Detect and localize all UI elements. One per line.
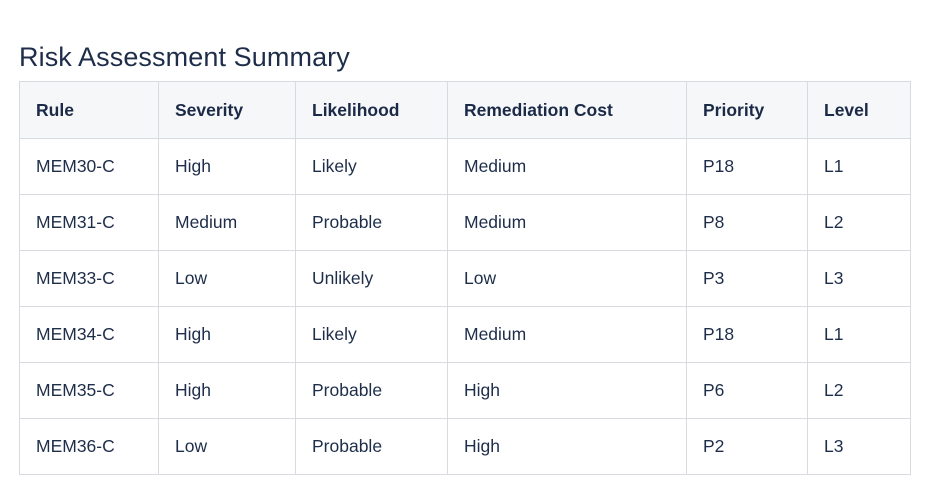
cell-rule: MEM34-C <box>19 306 159 363</box>
cell-level: L2 <box>807 362 911 419</box>
cell-rule: MEM30-C <box>19 138 159 195</box>
table-row: MEM36-C Low Probable High P2 L3 <box>19 418 911 475</box>
cell-rule: MEM36-C <box>19 418 159 475</box>
table-header-row: Rule Severity Likelihood Remediation Cos… <box>19 81 911 139</box>
cell-level: L1 <box>807 306 911 363</box>
risk-table-container: Rule Severity Likelihood Remediation Cos… <box>19 81 911 475</box>
cell-priority: P18 <box>686 138 808 195</box>
cell-severity: Low <box>158 418 296 475</box>
table-body: MEM30-C High Likely Medium P18 L1 MEM31-… <box>19 138 911 475</box>
cell-likelihood: Likely <box>295 306 448 363</box>
cell-rule: MEM33-C <box>19 250 159 307</box>
cell-priority: P2 <box>686 418 808 475</box>
cell-rule: MEM31-C <box>19 194 159 251</box>
cell-severity: High <box>158 138 296 195</box>
page-title: Risk Assessment Summary <box>19 42 350 73</box>
cell-remediation-cost: Medium <box>447 194 687 251</box>
cell-remediation-cost: High <box>447 418 687 475</box>
cell-level: L2 <box>807 194 911 251</box>
cell-rule: MEM35-C <box>19 362 159 419</box>
cell-likelihood: Likely <box>295 138 448 195</box>
column-header-priority: Priority <box>686 81 808 139</box>
cell-level: L1 <box>807 138 911 195</box>
cell-severity: Medium <box>158 194 296 251</box>
cell-remediation-cost: Low <box>447 250 687 307</box>
column-header-severity: Severity <box>158 81 296 139</box>
cell-remediation-cost: Medium <box>447 306 687 363</box>
cell-remediation-cost: Medium <box>447 138 687 195</box>
table-row: MEM30-C High Likely Medium P18 L1 <box>19 138 911 195</box>
cell-severity: High <box>158 306 296 363</box>
cell-likelihood: Probable <box>295 194 448 251</box>
cell-level: L3 <box>807 250 911 307</box>
cell-severity: High <box>158 362 296 419</box>
cell-likelihood: Probable <box>295 362 448 419</box>
column-header-rule: Rule <box>19 81 159 139</box>
risk-assessment-table: Rule Severity Likelihood Remediation Cos… <box>19 81 911 475</box>
cell-remediation-cost: High <box>447 362 687 419</box>
column-header-level: Level <box>807 81 911 139</box>
cell-priority: P6 <box>686 362 808 419</box>
table-row: MEM34-C High Likely Medium P18 L1 <box>19 306 911 363</box>
cell-level: L3 <box>807 418 911 475</box>
cell-priority: P18 <box>686 306 808 363</box>
table-row: MEM31-C Medium Probable Medium P8 L2 <box>19 194 911 251</box>
table-row: MEM35-C High Probable High P6 L2 <box>19 362 911 419</box>
cell-priority: P3 <box>686 250 808 307</box>
cell-priority: P8 <box>686 194 808 251</box>
table-header: Rule Severity Likelihood Remediation Cos… <box>19 81 911 139</box>
cell-likelihood: Probable <box>295 418 448 475</box>
cell-likelihood: Unlikely <box>295 250 448 307</box>
risk-assessment-page: Risk Assessment Summary Rule Severity Li… <box>0 0 936 501</box>
column-header-remediation-cost: Remediation Cost <box>447 81 687 139</box>
table-row: MEM33-C Low Unlikely Low P3 L3 <box>19 250 911 307</box>
column-header-likelihood: Likelihood <box>295 81 448 139</box>
cell-severity: Low <box>158 250 296 307</box>
